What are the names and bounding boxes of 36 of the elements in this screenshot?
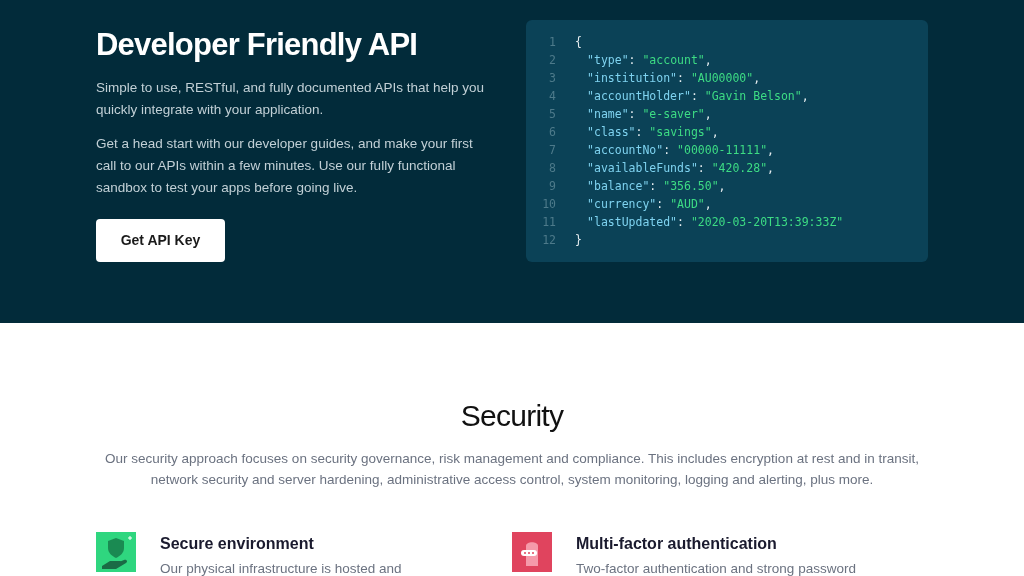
- line-number: 8: [548, 160, 557, 177]
- code-line: "balance": "356.50",: [587, 178, 726, 195]
- line-number: 5: [548, 106, 557, 123]
- line-number: 2: [548, 52, 557, 69]
- code-line: }: [575, 232, 582, 249]
- feature-text: Our physical infrastructure is hosted and: [160, 560, 402, 576]
- line-number: 4: [548, 88, 557, 105]
- code-line: {: [575, 34, 582, 51]
- code-line: "name": "e-saver",: [587, 106, 712, 123]
- hero-paragraph: Get a head start with our developer guides, and make your first call to our APIs within a few minutes. Use our fully functional sandbox to test your apps before going live.: [96, 134, 474, 197]
- security-description: Our security approach focuses on security governance, risk management and compliance. This includes encryption at rest and in transit, network security and server hardening, administrative access control, system monitoring, logging and alerting, plus more.: [104, 450, 920, 489]
- shield-hand-icon: [96, 532, 136, 572]
- code-line: "accountHolder": "Gavin Belson",: [587, 88, 809, 105]
- code-line: "availableFunds": "420.28",: [587, 160, 774, 177]
- code-line: "type": "account",: [587, 52, 712, 69]
- code-line: "class": "savings",: [587, 124, 719, 141]
- code-line: "institution": "AU00000",: [587, 70, 761, 87]
- line-number: 3: [548, 70, 557, 87]
- line-number: 12: [541, 232, 557, 249]
- line-number: 1: [548, 34, 557, 51]
- code-line: "currency": "AUD",: [587, 196, 712, 213]
- security-title: Security: [460, 398, 564, 434]
- feature-title: Multi-factor authentication: [576, 534, 778, 554]
- line-number: 6: [548, 124, 557, 141]
- feature-text: Two-factor authentication and strong password: [576, 560, 856, 576]
- feature-title: Secure environment: [160, 534, 315, 554]
- line-number: 11: [541, 214, 557, 231]
- line-number: 9: [548, 178, 557, 195]
- hero-title: Developer Friendly API: [96, 26, 419, 64]
- code-line: "accountNo": "00000-11111",: [587, 142, 774, 159]
- line-number: 10: [541, 196, 557, 213]
- hero-paragraph: Simple to use, RESTful, and fully documented APIs that help you quickly integrate with your application.: [96, 78, 485, 119]
- get-api-key-button[interactable]: Get API Key: [96, 218, 225, 262]
- code-line: "lastUpdated": "2020-03-20T13:39:33Z": [587, 214, 844, 231]
- line-number: 7: [548, 142, 557, 159]
- lock-icon: [512, 532, 552, 572]
